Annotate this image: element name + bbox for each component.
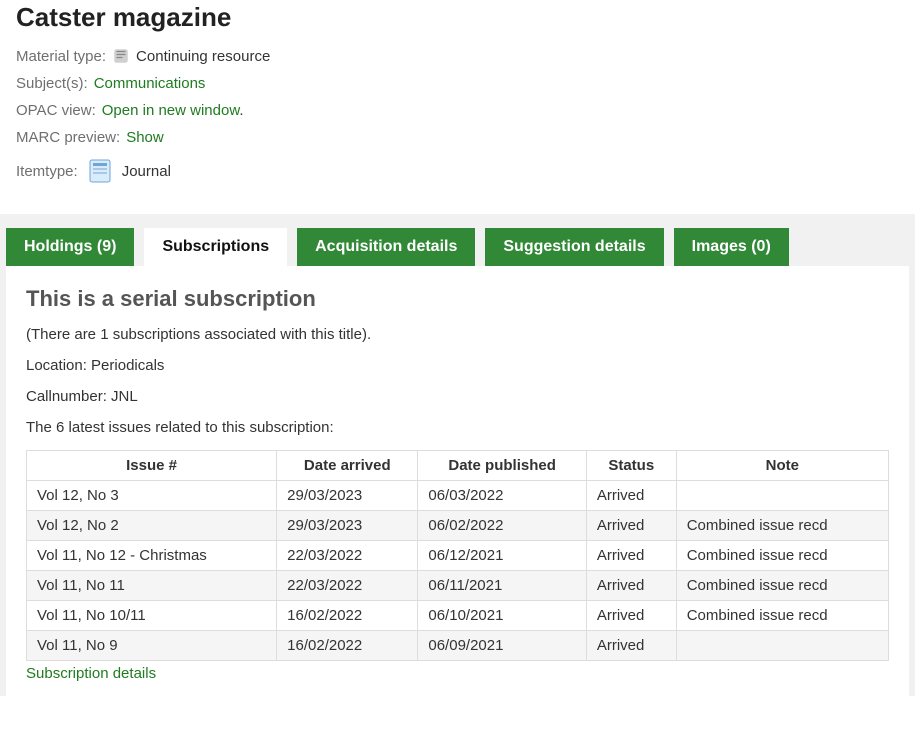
subscription-location: Location: Periodicals <box>26 357 889 374</box>
col-date-arrived: Date arrived <box>277 451 418 481</box>
opac-punct: . <box>239 102 243 119</box>
cell-arrived: 29/03/2023 <box>277 511 418 541</box>
subscription-latest-line: The 6 latest issues related to this subs… <box>26 419 889 436</box>
table-row: Vol 11, No 916/02/202206/09/2021Arrived <box>27 631 889 661</box>
cell-issue: Vol 12, No 3 <box>27 481 277 511</box>
tab-bar: Holdings (9) Subscriptions Acquisition d… <box>6 228 909 266</box>
cell-issue: Vol 12, No 2 <box>27 511 277 541</box>
subjects-link[interactable]: Communications <box>94 75 206 92</box>
col-issue: Issue # <box>27 451 277 481</box>
marc-label: MARC preview: <box>16 129 120 146</box>
page-title: Catster magazine <box>16 2 899 33</box>
cell-note: Combined issue recd <box>676 571 888 601</box>
cell-status: Arrived <box>586 541 676 571</box>
itemtype-icon <box>84 156 116 186</box>
cell-published: 06/11/2021 <box>418 571 586 601</box>
col-status: Status <box>586 451 676 481</box>
cell-status: Arrived <box>586 571 676 601</box>
tab-subscriptions[interactable]: Subscriptions <box>144 228 287 266</box>
subscription-details-link[interactable]: Subscription details <box>26 665 156 682</box>
tab-images[interactable]: Images (0) <box>674 228 789 266</box>
cell-note <box>676 631 888 661</box>
table-row: Vol 11, No 10/1116/02/202206/10/2021Arri… <box>27 601 889 631</box>
opac-label: OPAC view: <box>16 102 96 119</box>
cell-issue: Vol 11, No 12 - Christmas <box>27 541 277 571</box>
cell-published: 06/10/2021 <box>418 601 586 631</box>
cell-issue: Vol 11, No 9 <box>27 631 277 661</box>
material-type-label: Material type: <box>16 48 106 65</box>
tab-acquisition-details[interactable]: Acquisition details <box>297 228 475 266</box>
cell-status: Arrived <box>586 481 676 511</box>
material-type-icon <box>112 47 130 65</box>
table-row: Vol 12, No 229/03/202306/02/2022ArrivedC… <box>27 511 889 541</box>
cell-status: Arrived <box>586 601 676 631</box>
cell-issue: Vol 11, No 11 <box>27 571 277 601</box>
cell-status: Arrived <box>586 511 676 541</box>
itemtype-label: Itemtype: <box>16 163 78 180</box>
cell-arrived: 29/03/2023 <box>277 481 418 511</box>
table-row: Vol 11, No 12 - Christmas22/03/202206/12… <box>27 541 889 571</box>
col-date-published: Date published <box>418 451 586 481</box>
tab-suggestion-details[interactable]: Suggestion details <box>485 228 663 266</box>
marc-show-link[interactable]: Show <box>126 129 164 146</box>
cell-status: Arrived <box>586 631 676 661</box>
issues-table: Issue # Date arrived Date published Stat… <box>26 450 889 661</box>
table-row: Vol 12, No 329/03/202306/03/2022Arrived <box>27 481 889 511</box>
cell-published: 06/12/2021 <box>418 541 586 571</box>
cell-arrived: 22/03/2022 <box>277 571 418 601</box>
cell-published: 06/02/2022 <box>418 511 586 541</box>
cell-note: Combined issue recd <box>676 541 888 571</box>
cell-note <box>676 481 888 511</box>
subscriptions-panel: This is a serial subscription (There are… <box>6 266 909 696</box>
cell-issue: Vol 11, No 10/11 <box>27 601 277 631</box>
material-type-value: Continuing resource <box>136 48 270 65</box>
marc-line: MARC preview: Show <box>16 129 899 146</box>
cell-published: 06/03/2022 <box>418 481 586 511</box>
opac-link[interactable]: Open in new window <box>102 102 240 119</box>
table-header-row: Issue # Date arrived Date published Stat… <box>27 451 889 481</box>
opac-line: OPAC view: Open in new window. <box>16 102 899 119</box>
table-row: Vol 11, No 1122/03/202206/11/2021Arrived… <box>27 571 889 601</box>
itemtype-line: Itemtype: Journal <box>16 156 899 186</box>
tab-holdings[interactable]: Holdings (9) <box>6 228 134 266</box>
cell-arrived: 16/02/2022 <box>277 631 418 661</box>
subscription-heading: This is a serial subscription <box>26 286 889 312</box>
cell-published: 06/09/2021 <box>418 631 586 661</box>
itemtype-value: Journal <box>122 163 171 180</box>
col-note: Note <box>676 451 888 481</box>
subjects-label: Subject(s): <box>16 75 88 92</box>
material-type-line: Material type: Continuing resource <box>16 47 899 65</box>
cell-note: Combined issue recd <box>676 511 888 541</box>
cell-note: Combined issue recd <box>676 601 888 631</box>
subscription-count-note: (There are 1 subscriptions associated wi… <box>26 326 889 343</box>
cell-arrived: 16/02/2022 <box>277 601 418 631</box>
subscription-callnumber: Callnumber: JNL <box>26 388 889 405</box>
cell-arrived: 22/03/2022 <box>277 541 418 571</box>
subjects-line: Subject(s): Communications <box>16 75 899 92</box>
